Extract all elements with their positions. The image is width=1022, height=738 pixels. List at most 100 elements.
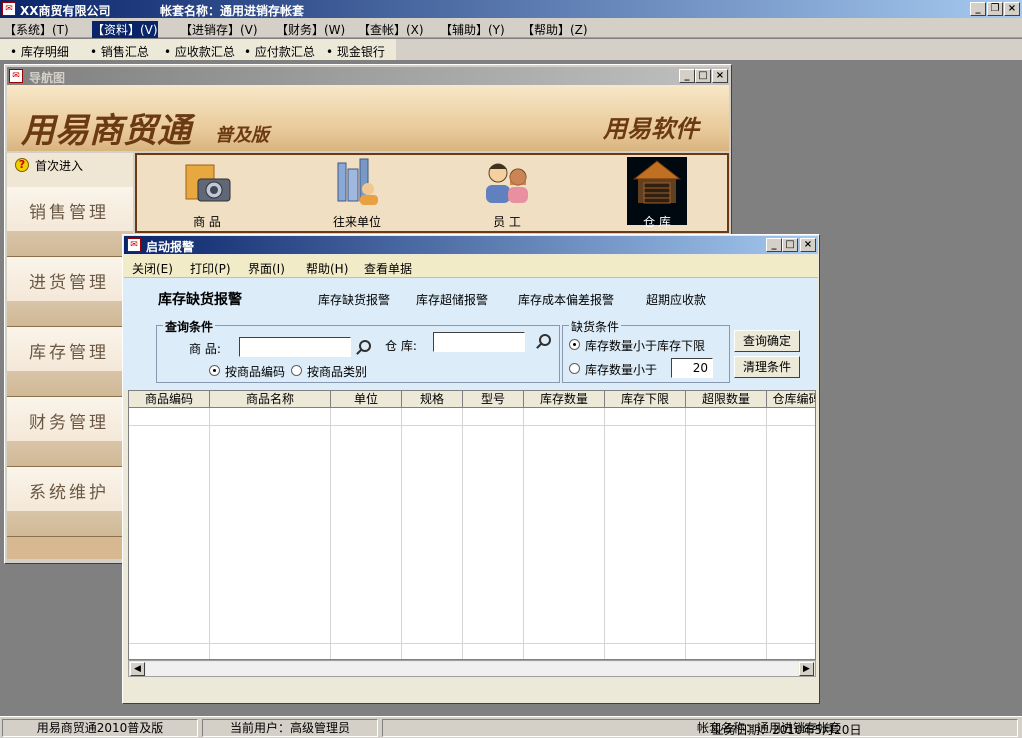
goods-search-icon[interactable]	[359, 340, 371, 352]
alarm-menu-view[interactable]: 界面(I)	[248, 260, 285, 277]
nav-close-button[interactable]: ×	[712, 69, 728, 83]
alarm-menu-bar: 关闭(E) 打印(P) 界面(I) 帮助(H) 查看单据	[124, 256, 818, 278]
alarm-menu-documents[interactable]: 查看单据	[364, 260, 412, 277]
menu-finance[interactable]: 【财务】(W)	[276, 21, 345, 38]
radio-by-code[interactable]	[209, 365, 220, 376]
radio-below-value[interactable]	[569, 363, 580, 374]
stock-alarm-table[interactable]: 商品编码 商品名称 单位 规格 型号 库存数量 库存下限 超限数量 仓库编码	[128, 390, 816, 660]
nav-staff[interactable]: 员 工	[477, 157, 537, 229]
toolbar-receivable-summary[interactable]: • 应收款汇总	[164, 43, 235, 60]
brand-edition: 普及版	[215, 125, 269, 146]
sidebar-item-maintenance[interactable]: 系统维护	[7, 467, 133, 537]
horizontal-scrollbar[interactable]: ◀ ▶	[128, 660, 816, 677]
radio-by-code-label: 按商品编码	[225, 365, 286, 379]
account-title: 帐套名称：通用进销存帐套	[160, 4, 305, 18]
nav-goods[interactable]: 商 品	[177, 157, 237, 229]
first-entry-item[interactable]: ? 首次进入	[7, 153, 133, 187]
col-header-qty[interactable]: 库存数量	[524, 391, 605, 408]
status-bar: 用易商贸通2010普及版 当前用户：高级管理员 帐套名称：通用进销存帐套 业务日…	[0, 716, 1022, 738]
col-header-warehouse[interactable]: 仓库编码	[767, 391, 815, 408]
query-confirm-button[interactable]: 查询确定	[734, 330, 800, 352]
sidebar-item-label: 库存管理	[29, 343, 109, 363]
nav-maximize-button[interactable]: □	[695, 69, 711, 83]
query-conditions-group: 查询条件 商 品: 仓 库: 按商品编码 按商品类别	[156, 318, 560, 383]
menu-data[interactable]: 【资料】(V)	[92, 21, 158, 38]
menu-help[interactable]: 【帮助】(Z)	[522, 21, 588, 38]
radio-by-category[interactable]	[291, 365, 302, 376]
tab-overdue-receivable[interactable]: 超期应收款	[646, 291, 706, 308]
warehouse-search-icon[interactable]	[539, 334, 551, 346]
staff-icon	[486, 163, 528, 203]
sidebar-item-label: 系统维护	[29, 483, 109, 503]
scroll-left-icon[interactable]: ◀	[130, 662, 145, 676]
scroll-track[interactable]	[146, 662, 798, 676]
menu-inventory[interactable]: 【进销存】(V)	[180, 21, 258, 38]
close-button[interactable]: ×	[1004, 2, 1020, 16]
nav-staff-label: 员 工	[493, 215, 521, 229]
menu-tools[interactable]: 【辅助】(Y)	[440, 21, 505, 38]
goods-icon	[185, 164, 231, 202]
alarm-heading: 库存缺货报警	[158, 292, 242, 308]
menu-system[interactable]: 【系统】(T)	[4, 21, 69, 38]
tab-cost-deviation[interactable]: 库存成本偏差报警	[518, 291, 614, 308]
tab-stock-shortage[interactable]: 库存缺货报警	[318, 291, 390, 308]
restore-button[interactable]: ❐	[987, 2, 1003, 16]
menu-audit[interactable]: 【查帐】(X)	[358, 21, 424, 38]
alarm-close-button[interactable]: ×	[800, 238, 816, 252]
alarm-minimize-button[interactable]: _	[766, 238, 782, 252]
alarm-window-icon: ✉	[127, 238, 141, 252]
shortage-conditions-group: 缺货条件 库存数量小于库存下限 库存数量小于 20	[562, 318, 730, 383]
goods-input[interactable]	[239, 337, 351, 357]
tab-stock-overstock[interactable]: 库存超储报警	[416, 291, 488, 308]
nav-minimize-button[interactable]: _	[679, 69, 695, 83]
radio-below-min[interactable]	[569, 339, 580, 350]
radio-by-category-label: 按商品类别	[307, 365, 368, 379]
minimize-button[interactable]: _	[970, 2, 986, 16]
sidebar-item-inventory[interactable]: 库存管理	[7, 327, 133, 397]
app-logo-icon: ✉	[2, 2, 16, 16]
sidebar-item-finance[interactable]: 财务管理	[7, 397, 133, 467]
first-entry-label: 首次进入	[35, 159, 84, 173]
app-titlebar: ✉ XX商贸有限公司 帐套名称：通用进销存帐套 _ ❐ ×	[0, 0, 1022, 18]
warehouse-input[interactable]	[433, 332, 525, 352]
alarm-maximize-button[interactable]: □	[782, 238, 798, 252]
toolbar-sales-summary[interactable]: • 销售汇总	[90, 43, 149, 60]
threshold-input[interactable]: 20	[671, 358, 713, 378]
warehouse-label: 仓 库:	[385, 339, 417, 353]
sidebar-item-purchase[interactable]: 进货管理	[7, 257, 133, 327]
shortage-group-label: 缺货条件	[569, 318, 622, 335]
col-header-over[interactable]: 超限数量	[686, 391, 767, 408]
nav-warehouse[interactable]: 仓 库	[627, 157, 687, 229]
alarm-menu-print[interactable]: 打印(P)	[190, 260, 231, 277]
nav-title: 导航图	[29, 71, 66, 85]
scroll-right-icon[interactable]: ▶	[799, 662, 814, 676]
clear-conditions-button[interactable]: 清理条件	[734, 356, 800, 378]
col-header-unit[interactable]: 单位	[331, 391, 402, 408]
col-header-code[interactable]: 商品编码	[129, 391, 210, 408]
nav-warehouse-label: 仓 库	[643, 215, 671, 229]
sidebar-item-label: 财务管理	[29, 413, 109, 433]
alarm-menu-close[interactable]: 关闭(E)	[132, 260, 173, 277]
nav-company-label: 往来单位	[332, 215, 381, 229]
toolbar-stock-detail[interactable]: • 库存明细	[10, 43, 69, 60]
nav-company[interactable]: 往来单位	[327, 157, 387, 229]
col-header-name[interactable]: 商品名称	[210, 391, 331, 408]
nav-sidebar: ? 首次进入 销售管理 进货管理 库存管理 财务管理 系统维护	[7, 153, 133, 559]
goods-label: 商 品:	[189, 342, 221, 356]
col-header-spec[interactable]: 规格	[402, 391, 463, 408]
alarm-title: 启动报警	[146, 240, 195, 254]
radio-below-min-label: 库存数量小于库存下限	[585, 339, 706, 353]
nav-window-icon: ✉	[9, 69, 23, 83]
col-header-min[interactable]: 库存下限	[605, 391, 686, 408]
toolbar-cash-bank[interactable]: • 现金银行	[326, 43, 385, 60]
toolbar-payable-summary[interactable]: • 应付款汇总	[244, 43, 315, 60]
alarm-menu-help[interactable]: 帮助(H)	[306, 260, 348, 277]
col-header-model[interactable]: 型号	[463, 391, 524, 408]
status-user: 当前用户：高级管理员	[202, 719, 378, 737]
nav-banner: 用易商贸通 普及版 用易软件	[7, 85, 729, 151]
nav-icon-panel: 商 品 往来单位 员 工 仓 库	[135, 153, 729, 233]
sidebar-item-label: 进货管理	[29, 273, 109, 293]
sidebar-item-sales[interactable]: 销售管理	[7, 187, 133, 257]
radio-below-value-label: 库存数量小于	[585, 363, 658, 377]
company-icon	[337, 158, 378, 205]
